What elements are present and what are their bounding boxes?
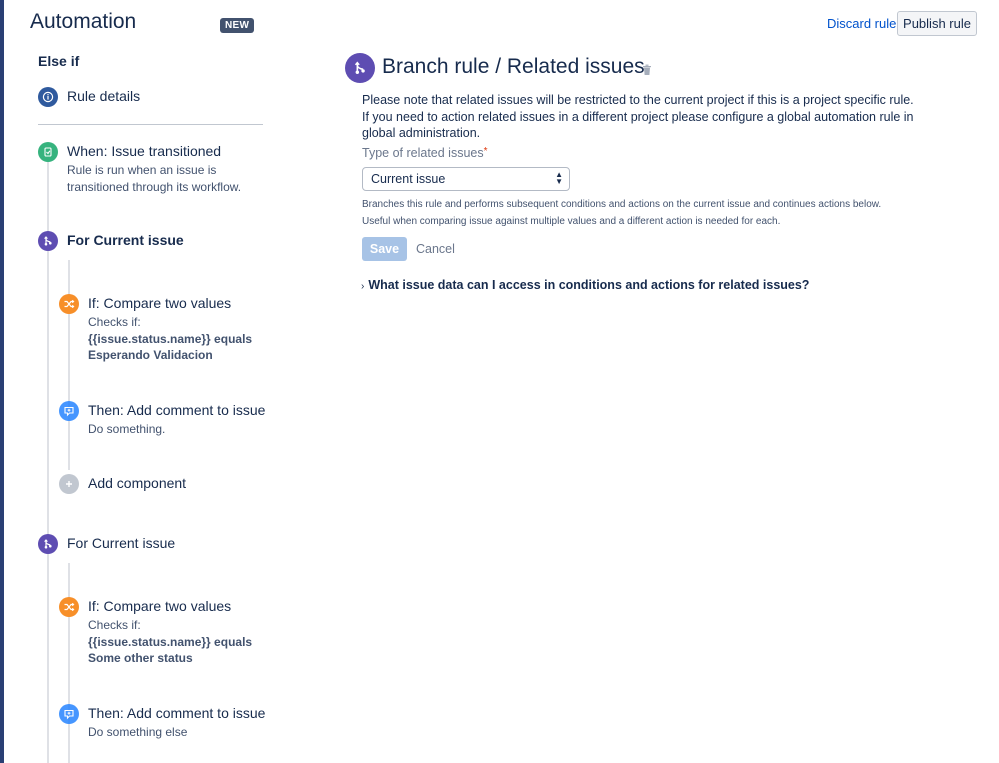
left-edge-bar xyxy=(0,0,4,763)
branch2-condition-title: If: Compare two values xyxy=(88,598,232,614)
plus-icon xyxy=(59,474,79,494)
app-title: Automation xyxy=(30,10,137,33)
branch2-sub-line xyxy=(68,563,70,763)
branch-icon xyxy=(38,231,58,251)
trigger-title: When: Issue transitioned xyxy=(67,143,222,159)
trigger-icon xyxy=(38,142,58,162)
save-button[interactable]: Save xyxy=(362,237,407,261)
sidebar-divider xyxy=(38,124,263,125)
branch-icon xyxy=(345,53,375,83)
branch-icon xyxy=(38,534,58,554)
branch1-action-description: Do something. xyxy=(88,422,166,436)
trigger-description: Rule is run when an issue is transitione… xyxy=(67,163,242,194)
comment-icon xyxy=(59,401,79,421)
branch1-sub-line xyxy=(68,260,70,470)
chevron-right-icon: › xyxy=(361,281,365,292)
branch2-action-title: Then: Add comment to issue xyxy=(88,705,266,721)
trash-icon[interactable] xyxy=(642,63,652,81)
branch1-action-title: Then: Add comment to issue xyxy=(88,402,266,418)
branch1-title: For Current issue xyxy=(67,232,184,248)
branch1-condition-title: If: Compare two values xyxy=(88,295,232,311)
info-icon xyxy=(38,87,58,107)
new-badge: NEW xyxy=(220,18,255,33)
branch2-condition-description: Checks if: {{issue.status.name}} equals … xyxy=(88,618,253,665)
page-title: Branch rule / Related issues xyxy=(382,55,645,78)
discard-rule-link[interactable]: Discard rule xyxy=(827,16,896,31)
publish-rule-button[interactable]: Publish rule xyxy=(897,11,977,36)
related-issues-type-label: Type of related issues* xyxy=(362,146,488,160)
shuffle-icon xyxy=(59,294,79,314)
add-component-label: Add component xyxy=(88,475,187,491)
rule-details-label: Rule details xyxy=(67,88,141,104)
expander-label: What issue data can I access in conditio… xyxy=(368,278,810,292)
branch1-condition-description: Checks if: {{issue.status.name}} equals … xyxy=(88,315,253,362)
comment-icon xyxy=(59,704,79,724)
related-issues-type-select[interactable]: Current issue ▲ ▼ xyxy=(362,167,570,191)
branch2-action-description: Do something else xyxy=(88,725,188,739)
cancel-link[interactable]: Cancel xyxy=(416,242,455,256)
required-mark: * xyxy=(483,146,488,157)
sidebar-section-title: Else if xyxy=(38,53,80,69)
shuffle-icon xyxy=(59,597,79,617)
select-value: Current issue xyxy=(371,172,446,186)
restriction-note: Please note that related issues will be … xyxy=(362,93,914,140)
branch2-title: For Current issue xyxy=(67,535,176,551)
related-issues-data-expander[interactable]: › What issue data can I access in conditi… xyxy=(361,278,809,292)
branch-help-text: Branches this rule and performs subseque… xyxy=(362,199,882,227)
select-arrows-icon: ▲ ▼ xyxy=(555,170,563,186)
